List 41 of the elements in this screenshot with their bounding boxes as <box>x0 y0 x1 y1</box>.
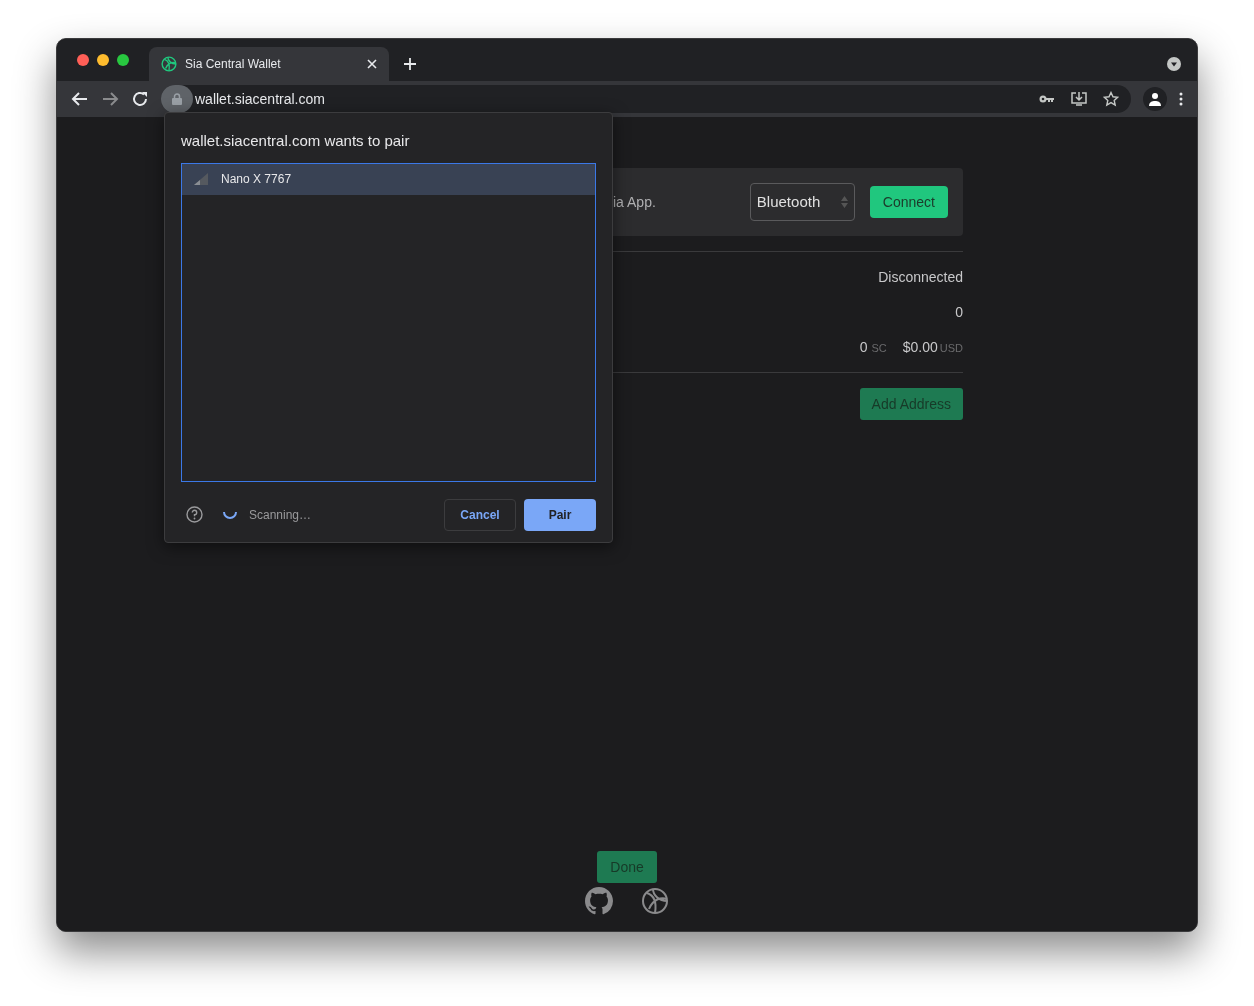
github-icon[interactable] <box>585 887 613 915</box>
back-icon[interactable] <box>71 90 89 108</box>
install-app-icon[interactable] <box>1071 91 1087 107</box>
connection-status: Disconnected <box>878 268 963 287</box>
profile-button[interactable] <box>1143 87 1167 111</box>
signal-strength-icon <box>194 173 208 185</box>
menu-icon[interactable] <box>1179 92 1183 106</box>
usd-balance: $0.00 <box>902 338 938 357</box>
lock-icon <box>172 93 182 105</box>
sc-unit: SC <box>871 341 887 356</box>
spinner-icon <box>223 510 237 519</box>
pair-button[interactable]: Pair <box>524 498 596 531</box>
person-icon <box>1148 92 1162 106</box>
sia-logo-icon <box>161 56 177 72</box>
close-window-button[interactable] <box>77 54 89 66</box>
transport-select[interactable]: Bluetooth <box>749 183 855 221</box>
connect-button[interactable]: Connect <box>869 186 948 218</box>
device-row[interactable]: Nano X 7767 <box>182 163 595 195</box>
select-arrows-icon <box>840 196 848 208</box>
card-text: ia App. <box>613 192 656 212</box>
address-count: 0 <box>955 303 963 322</box>
help-icon[interactable] <box>186 506 203 523</box>
browser-tab[interactable]: Sia Central Wallet <box>149 47 389 81</box>
key-icon[interactable] <box>1039 94 1055 104</box>
cancel-button[interactable]: Cancel <box>444 498 516 531</box>
address-bar-url[interactable]: wallet.siacentral.com <box>195 88 325 110</box>
dialog-title: wallet.siacentral.com wants to pair <box>181 131 411 151</box>
bookmark-star-icon[interactable] <box>1103 91 1119 107</box>
forward-icon[interactable] <box>101 90 119 108</box>
scanning-status: Scanning… <box>249 506 312 524</box>
new-tab-icon[interactable] <box>403 57 417 71</box>
zoom-window-button[interactable] <box>117 54 129 66</box>
tab-search-icon[interactable] <box>1167 57 1181 71</box>
site-info-button[interactable] <box>161 85 193 113</box>
tab-title: Sia Central Wallet <box>185 56 282 73</box>
close-tab-icon[interactable] <box>367 59 377 69</box>
reload-icon[interactable] <box>131 90 149 108</box>
minimize-window-button[interactable] <box>97 54 109 66</box>
sia-logo-icon[interactable] <box>641 887 669 915</box>
sc-balance: 0 <box>859 338 868 357</box>
usd-unit: USD <box>939 341 963 356</box>
